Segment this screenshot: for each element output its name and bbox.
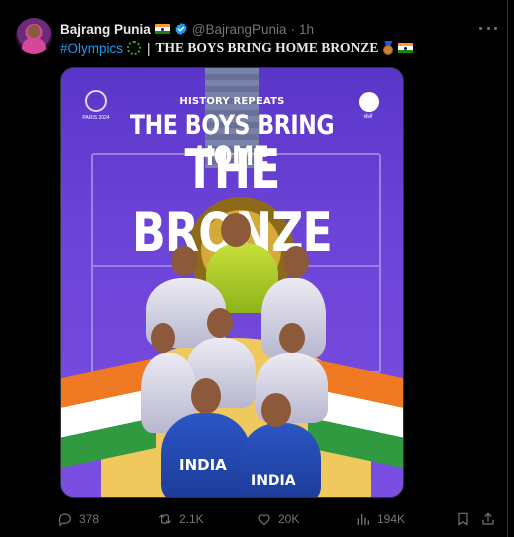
action-bar: 378 2.1K 20K 194K (0, 509, 508, 529)
bronze-medal-icon (382, 41, 394, 55)
share-button[interactable] (480, 509, 496, 529)
player-face (279, 323, 305, 353)
reply-button[interactable]: 378 (57, 509, 99, 529)
bookmark-button[interactable] (455, 509, 471, 529)
share-icon (482, 512, 494, 525)
wreath-icon (127, 41, 142, 55)
tweet-header: Bajrang Punia @BajrangPunia · 1h (60, 20, 314, 38)
avatar-body (22, 38, 46, 54)
tweet-text: #Olympics | THE BOYS BRING HOME BRONZE (60, 39, 414, 57)
author-name[interactable]: Bajrang Punia (60, 22, 151, 37)
player-face (283, 246, 309, 278)
jersey-text: INDIA (179, 456, 227, 474)
repost-button[interactable]: 2.1K (157, 509, 204, 529)
player-face (191, 378, 221, 414)
text-divider: | (147, 40, 151, 56)
views-icon (357, 513, 369, 525)
more-icon[interactable] (479, 20, 497, 36)
verified-icon (175, 22, 187, 36)
tweet-card[interactable]: Bajrang Punia @BajrangPunia · 1h #Olympi… (0, 0, 508, 537)
like-icon (258, 514, 270, 526)
like-count: 20K (278, 512, 300, 526)
reply-count: 378 (79, 512, 100, 526)
player-face (221, 213, 251, 247)
like-button[interactable]: 20K (256, 509, 299, 529)
bookmark-icon (458, 512, 468, 526)
jersey-text: INDIA (251, 473, 296, 489)
tweet-headline: THE BOYS BRING HOME BRONZE (155, 40, 379, 55)
author-handle[interactable]: @BajrangPunia (192, 22, 287, 37)
avatar-head (28, 25, 40, 38)
tweet-image[interactable]: PARIS 2024 खेलो HISTORY REPEATS THE BOYS… (60, 67, 404, 498)
image-kicker: HISTORY REPEATS (179, 96, 285, 107)
views-count: 194K (377, 512, 406, 526)
hashtag-link[interactable]: #Olympics (60, 41, 123, 56)
timestamp[interactable]: 1h (299, 22, 314, 37)
player-face (151, 323, 175, 353)
separator-dot: · (290, 21, 296, 37)
india-flag-icon (154, 23, 170, 35)
repost-icon (159, 514, 171, 524)
player-face (207, 308, 233, 338)
views-button[interactable]: 194K (355, 509, 405, 529)
avatar[interactable] (16, 18, 52, 54)
india-flag-icon (398, 42, 414, 54)
player-face (171, 246, 197, 276)
repost-count: 2.1K (179, 512, 204, 526)
player-face (261, 393, 291, 427)
reply-icon (58, 513, 71, 527)
